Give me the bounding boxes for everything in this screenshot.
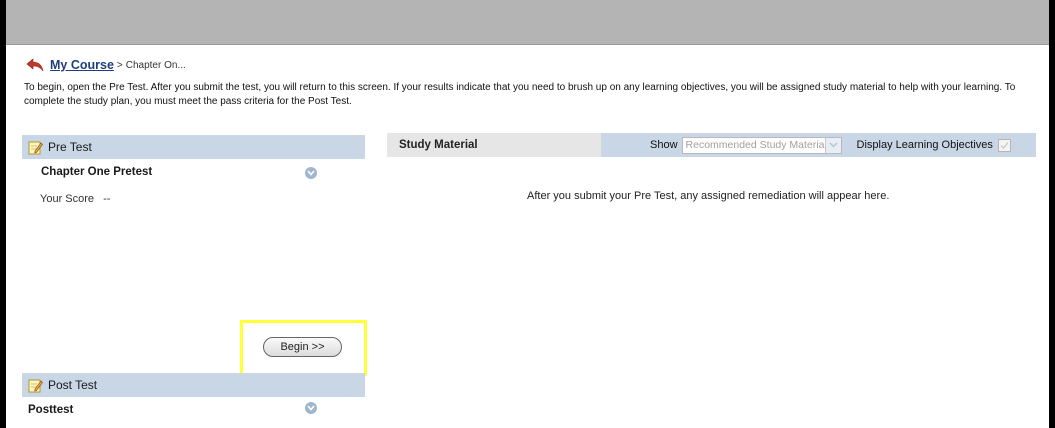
study-material-controls: Show Recommended Study Material Display … bbox=[601, 133, 1036, 157]
study-material-title: Study Material bbox=[399, 139, 478, 151]
top-bar bbox=[6, 0, 1049, 45]
breadcrumb-my-course-link[interactable]: My Course bbox=[50, 58, 114, 72]
checkmark-icon bbox=[1000, 141, 1009, 149]
pretest-title: Chapter One Pretest bbox=[41, 166, 153, 178]
study-material-message: After you submit your Pre Test, any assi… bbox=[527, 190, 890, 202]
posttest-header-label: Post Test bbox=[48, 378, 98, 392]
pretest-score: Your Score -- bbox=[40, 193, 110, 205]
back-arrow-icon[interactable] bbox=[26, 58, 44, 72]
posttest-title: Posttest bbox=[28, 404, 74, 416]
display-learning-objectives-checkbox[interactable] bbox=[997, 138, 1011, 152]
select-value: Recommended Study Material bbox=[685, 139, 827, 151]
pretest-panel-header: Pre Test bbox=[22, 135, 365, 159]
pretest-header-label: Pre Test bbox=[48, 140, 92, 154]
window-frame-left bbox=[0, 0, 6, 428]
chevron-down-icon[interactable] bbox=[824, 137, 841, 153]
posttest-panel-header: Post Test bbox=[22, 373, 365, 397]
chevron-down-circle-icon[interactable] bbox=[305, 402, 317, 414]
study-material-select[interactable]: Recommended Study Material bbox=[681, 136, 842, 154]
note-pencil-icon bbox=[28, 140, 43, 155]
intro-instructions: To begin, open the Pre Test. After you s… bbox=[24, 82, 1016, 107]
score-label: Your Score bbox=[40, 193, 95, 205]
chevron-down-circle-icon[interactable] bbox=[305, 167, 317, 179]
show-label: Show bbox=[650, 139, 678, 151]
study-material-title-bar: Study Material bbox=[387, 133, 601, 157]
score-value: -- bbox=[103, 193, 111, 205]
begin-button[interactable]: Begin >> bbox=[263, 337, 342, 357]
window-frame-right bbox=[1049, 0, 1055, 428]
breadcrumb-current: Chapter On... bbox=[125, 59, 186, 71]
note-pencil-icon bbox=[28, 378, 43, 393]
study-material-header: Study Material Show Recommended Study Ma… bbox=[387, 133, 1036, 157]
breadcrumb-separator: > bbox=[116, 59, 123, 71]
display-learning-objectives-label: Display Learning Objectives bbox=[856, 139, 993, 151]
breadcrumb: My Course > Chapter On... bbox=[26, 57, 186, 73]
